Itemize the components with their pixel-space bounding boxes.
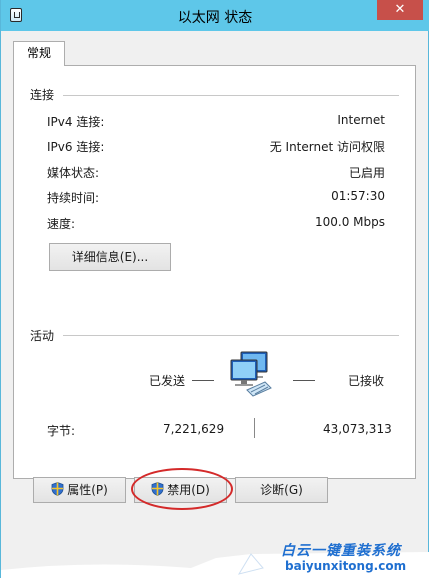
diagnose-button[interactable]: 诊断(G) (235, 477, 328, 503)
window-title: 以太网 状态 (177, 10, 253, 26)
watermark-url: baiyunxitong.com (285, 559, 407, 573)
bytes-separator (254, 418, 255, 438)
connection-divider (63, 95, 399, 96)
received-label: 已接收 (348, 374, 385, 388)
bytes-label: 字节: (47, 424, 76, 438)
activity-divider (63, 335, 399, 336)
properties-button-label: 属性(P) (67, 483, 108, 497)
watermark-brand: 白云一键重装系统 (281, 543, 401, 559)
ipv6-label: IPv6 连接: (47, 140, 105, 154)
connection-header: 连接 (30, 88, 55, 102)
title-bar[interactable]: 以太网 状态 ✕ (1, 0, 429, 31)
sent-label: 已发送 (149, 374, 186, 388)
duration-label: 持续时间: (47, 191, 100, 205)
bytes-received: 43,073,313 (323, 422, 392, 436)
disable-highlight-circle (131, 468, 233, 510)
details-button[interactable]: 详细信息(E)... (49, 243, 171, 271)
properties-button[interactable]: 属性(P) (33, 477, 126, 503)
media-state-label: 媒体状态: (47, 166, 100, 180)
ipv4-value: Internet (337, 113, 385, 127)
speed-label: 速度: (47, 217, 76, 231)
duration-value: 01:57:30 (331, 189, 385, 203)
bytes-sent: 7,221,629 (163, 422, 225, 436)
status-window: 以太网 状态 ✕ 常规 连接 IPv4 连接: Internet IPv6 连接… (0, 0, 429, 578)
media-state-value: 已启用 (348, 166, 385, 180)
received-dash (293, 380, 315, 381)
tab-general[interactable]: 常规 (13, 41, 65, 66)
ipv4-label: IPv4 连接: (47, 115, 105, 129)
close-button[interactable]: ✕ (377, 0, 423, 20)
speed-value: 100.0 Mbps (314, 215, 385, 229)
ipv6-value: 无 Internet 访问权限 (269, 140, 385, 154)
activity-header: 活动 (30, 329, 55, 343)
sent-dash (192, 380, 214, 381)
uac-shield-icon (51, 482, 64, 496)
network-computers-icon (230, 351, 272, 397)
